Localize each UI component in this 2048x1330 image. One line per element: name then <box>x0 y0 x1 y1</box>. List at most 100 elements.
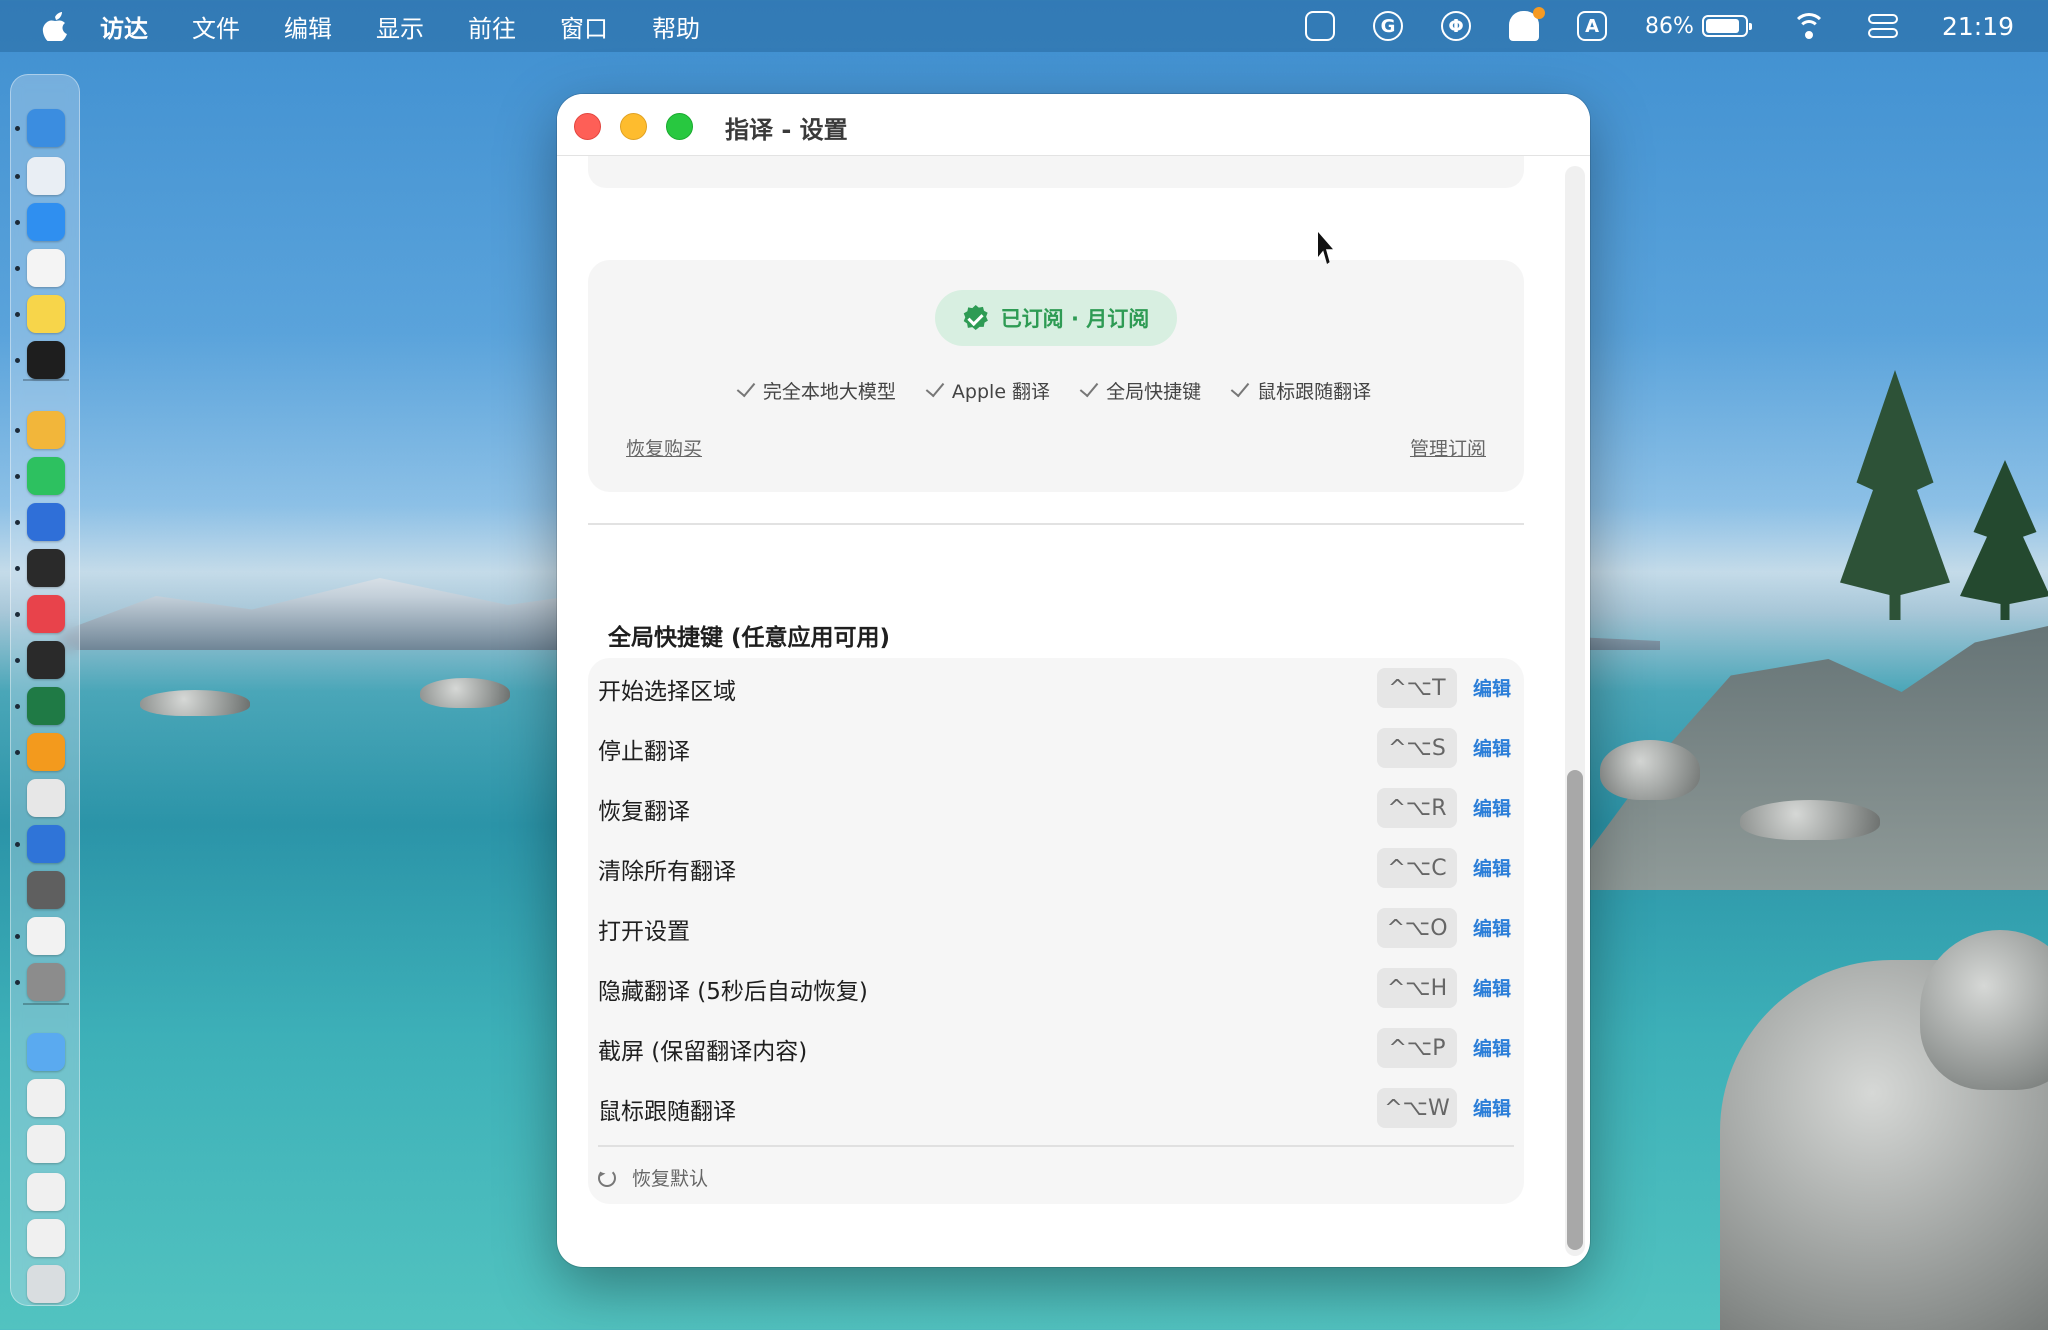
recent-document-icon[interactable] <box>27 1173 65 1211</box>
finder-icon[interactable] <box>27 109 65 147</box>
menu-file[interactable]: 文件 <box>192 9 240 44</box>
notification-bell-icon[interactable] <box>1509 7 1546 41</box>
wallpaper-rock <box>1600 740 1700 800</box>
zoom-button[interactable] <box>666 113 693 140</box>
running-indicator <box>15 750 20 755</box>
excel-icon[interactable] <box>27 687 65 725</box>
shortcut-row: 打开设置 ^⌥O 编辑 <box>588 898 1524 958</box>
grammarly-icon[interactable]: G <box>1373 11 1404 41</box>
subscription-status-text: 已订阅 · 月订阅 <box>1000 307 1150 331</box>
shortcut-label: 打开设置 <box>598 919 690 945</box>
checkmark-icon <box>736 377 756 398</box>
wallpaper-rock <box>140 690 250 716</box>
menu-finder[interactable]: 访达 <box>100 9 148 44</box>
running-indicator <box>15 312 20 317</box>
launchpad-icon[interactable] <box>27 157 65 195</box>
shortcut-label: 截屏 (保留翻译内容) <box>598 1039 808 1065</box>
feature-item: 完全本地大模型 <box>736 377 896 404</box>
bear-icon[interactable] <box>27 595 65 633</box>
chatgpt-icon[interactable] <box>27 549 65 587</box>
feature-label: 完全本地大模型 <box>762 381 896 403</box>
shortcut-label: 停止翻译 <box>598 739 690 765</box>
recent-document-icon[interactable] <box>27 1125 65 1163</box>
xcode-icon[interactable] <box>27 825 65 863</box>
control-center-icon[interactable] <box>1867 11 1898 41</box>
shortcut-row: 停止翻译 ^⌥S 编辑 <box>588 718 1524 778</box>
menu-go[interactable]: 前往 <box>468 9 516 44</box>
restore-defaults-label: 恢复默认 <box>632 1168 709 1190</box>
edit-shortcut-button[interactable]: 编辑 <box>1473 914 1511 941</box>
subscription-status-badge: 已订阅 · 月订阅 <box>935 290 1177 346</box>
wifi-icon[interactable] <box>1791 13 1826 39</box>
manage-subscription-link[interactable]: 管理订阅 <box>1410 434 1486 461</box>
restore-defaults-button[interactable]: 恢复默认 <box>598 1164 708 1191</box>
edit-shortcut-button[interactable]: 编辑 <box>1473 1034 1511 1061</box>
wallpaper-shore <box>1560 626 2048 890</box>
shortcut-key-badge: ^⌥R <box>1377 788 1457 828</box>
running-indicator <box>15 520 20 525</box>
input-method-icon[interactable]: A <box>1577 11 1608 41</box>
feature-item: 全局快捷键 <box>1079 377 1201 404</box>
edit-shortcut-button[interactable]: 编辑 <box>1473 1094 1511 1121</box>
restore-purchase-link[interactable]: 恢复购买 <box>626 434 702 461</box>
terminal-icon[interactable] <box>27 341 65 379</box>
subscription-card: 已订阅 · 月订阅 完全本地大模型 Apple 翻译 全局快捷键 鼠标跟随翻译 … <box>588 260 1524 492</box>
trash-icon[interactable] <box>27 1265 65 1303</box>
edit-shortcut-button[interactable]: 编辑 <box>1473 854 1511 881</box>
battery-icon[interactable] <box>1701 15 1752 37</box>
shortcuts-section-title: 全局快捷键 (任意应用可用) <box>608 625 891 651</box>
shortcut-row: 清除所有翻译 ^⌥C 编辑 <box>588 838 1524 898</box>
menu-help[interactable]: 帮助 <box>652 9 700 44</box>
recent-document-icon[interactable] <box>27 1079 65 1117</box>
close-button[interactable] <box>574 113 601 140</box>
system-settings-icon[interactable] <box>27 963 65 1001</box>
simplenote-icon[interactable] <box>27 503 65 541</box>
scrollbar-thumb[interactable] <box>1567 770 1583 1250</box>
alfred-icon[interactable] <box>27 871 65 909</box>
shortcut-key-badge: ^⌥T <box>1377 668 1457 708</box>
safari-icon[interactable] <box>27 203 65 241</box>
shortcut-key-badge: ^⌥H <box>1377 968 1457 1008</box>
notes-icon[interactable] <box>1305 11 1336 41</box>
shortcut-label: 清除所有翻译 <box>598 859 736 885</box>
running-indicator <box>15 934 20 939</box>
translate-icon[interactable]: Φ <box>1441 11 1472 41</box>
menu-view[interactable]: 显示 <box>376 9 424 44</box>
running-indicator <box>15 266 20 271</box>
running-indicator <box>15 174 20 179</box>
reminders-icon[interactable] <box>27 249 65 287</box>
edit-shortcut-button[interactable]: 编辑 <box>1473 794 1511 821</box>
zhiyi-icon[interactable] <box>27 411 65 449</box>
clock[interactable]: 21:19 <box>1942 12 2014 41</box>
menu-edit[interactable]: 编辑 <box>284 9 332 44</box>
checkmark-icon <box>925 377 945 398</box>
status-area: G Φ A 86% 21:19 <box>1305 0 2048 52</box>
edit-shortcut-button[interactable]: 编辑 <box>1473 974 1511 1001</box>
notes-icon[interactable] <box>27 295 65 333</box>
battery-fill <box>1705 19 1739 33</box>
running-indicator <box>15 474 20 479</box>
running-indicator <box>15 428 20 433</box>
notes-list-icon[interactable] <box>27 917 65 955</box>
menu-bar: 访达 文件 编辑 显示 前往 窗口 帮助 G Φ A 86% 21:19 <box>0 0 2048 52</box>
downloads-folder-icon[interactable] <box>27 1033 65 1071</box>
running-indicator <box>15 980 20 985</box>
edit-shortcut-button[interactable]: 编辑 <box>1473 734 1511 761</box>
apple-menu-icon[interactable] <box>42 11 68 41</box>
activity-monitor-icon[interactable] <box>27 641 65 679</box>
sublime-icon[interactable] <box>27 733 65 771</box>
shortcut-key-badge: ^⌥C <box>1377 848 1457 888</box>
minimize-button[interactable] <box>620 113 647 140</box>
chrome-icon[interactable] <box>27 779 65 817</box>
reset-arrow-icon <box>598 1168 616 1187</box>
menu-window[interactable]: 窗口 <box>560 9 608 44</box>
wechat-icon[interactable] <box>27 457 65 495</box>
edit-shortcut-button[interactable]: 编辑 <box>1473 674 1511 701</box>
wallpaper-rock <box>1920 930 2048 1090</box>
shortcut-label: 恢复翻译 <box>598 799 690 825</box>
scrollbar[interactable] <box>1565 166 1585 1256</box>
running-indicator <box>15 658 20 663</box>
shortcut-key-badge: ^⌥S <box>1377 728 1457 768</box>
shortcut-row: 鼠标跟随翻译 ^⌥W 编辑 <box>588 1078 1524 1138</box>
recent-document-icon[interactable] <box>27 1219 65 1257</box>
